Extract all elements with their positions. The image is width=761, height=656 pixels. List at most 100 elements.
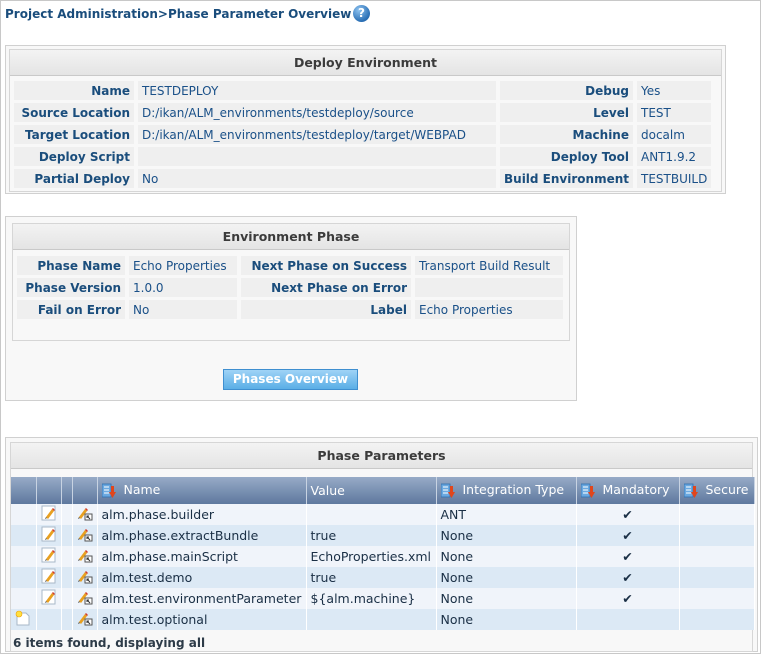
create-cell xyxy=(11,546,37,567)
blank-cell xyxy=(61,504,73,525)
deploy-environment-table: Name TESTDEPLOY Debug Yes Source Location D:/… xyxy=(10,78,715,191)
deploy-environment-row: Partial Deploy No Build Environment TESTBUI… xyxy=(14,169,712,188)
edit-global-parameter-icon[interactable] xyxy=(77,592,93,608)
fail-on-error-value: No xyxy=(129,300,237,319)
table-row: alm.test.optional None xyxy=(11,609,755,630)
level-value: TEST xyxy=(637,103,712,122)
parameter-secure xyxy=(679,546,755,567)
deploy-tool-label: Deploy Tool xyxy=(500,147,633,166)
sort-icon[interactable] xyxy=(683,483,698,499)
name-value: TESTDEPLOY xyxy=(138,81,496,100)
parameter-mandatory: ✔ xyxy=(576,546,680,567)
edit-global-cell[interactable] xyxy=(72,567,98,588)
edit-global-cell[interactable] xyxy=(72,609,98,630)
parameter-integration-type: None xyxy=(436,567,577,588)
name-label: Name xyxy=(14,81,134,100)
label-value: Echo Properties xyxy=(415,300,563,319)
edit-global-cell[interactable] xyxy=(72,504,98,525)
parameter-mandatory: ✔ xyxy=(576,588,680,609)
deploy-tool-value: ANT1.9.2 xyxy=(637,147,712,166)
column-header-value[interactable]: Value xyxy=(306,477,437,504)
machine-value: docalm xyxy=(637,125,712,144)
table-row: alm.phase.mainScript EchoProperties.xml No… xyxy=(11,546,755,567)
debug-label: Debug xyxy=(500,81,633,100)
parameter-name: alm.phase.builder xyxy=(97,504,307,525)
blank-cell xyxy=(61,525,73,546)
column-header-secure[interactable]: Secure xyxy=(679,477,755,504)
parameter-mandatory: ✔ xyxy=(576,525,680,546)
parameter-mandatory: ✔ xyxy=(576,504,680,525)
phases-overview-button[interactable]: Phases Overview xyxy=(223,369,358,390)
edit-cell[interactable] xyxy=(36,567,62,588)
next-phase-on-error-value xyxy=(415,278,563,297)
parameter-name: alm.phase.extractBundle xyxy=(97,525,307,546)
edit-pencil-icon[interactable] xyxy=(41,568,57,587)
edit-global-parameter-icon[interactable] xyxy=(77,529,93,545)
target-location-label: Target Location xyxy=(14,125,134,144)
column-header-blank xyxy=(61,477,73,504)
edit-pencil-icon[interactable] xyxy=(41,505,57,524)
parameter-value xyxy=(306,504,437,525)
environment-phase-title: Environment Phase xyxy=(13,224,569,250)
checkmark-icon: ✔ xyxy=(622,507,633,522)
sort-icon[interactable] xyxy=(440,483,455,499)
deploy-environment-row: Source Location D:/ikan/ALM_environments/… xyxy=(14,103,712,122)
table-row: alm.phase.extractBundle true None ✔ xyxy=(11,525,755,546)
sort-icon[interactable] xyxy=(580,483,595,499)
edit-global-parameter-icon[interactable] xyxy=(77,571,93,587)
blank-cell xyxy=(61,609,73,630)
environment-phase-row: Phase Name Echo Properties Next Phase on S… xyxy=(17,256,563,275)
phase-parameters-table: Name Value Integration Type Mandatory Se… xyxy=(11,477,755,630)
create-cell xyxy=(11,504,37,525)
edit-global-cell[interactable] xyxy=(72,525,98,546)
checkmark-icon: ✔ xyxy=(622,528,633,543)
edit-cell[interactable] xyxy=(36,588,62,609)
column-header-name[interactable]: Name xyxy=(97,477,307,504)
sort-icon[interactable] xyxy=(101,483,116,499)
create-cell[interactable] xyxy=(11,609,37,630)
parameter-value: true xyxy=(306,525,437,546)
help-question-icon[interactable]: ? xyxy=(353,5,370,22)
deploy-environment-row: Target Location D:/ikan/ALM_environments/… xyxy=(14,125,712,144)
edit-global-parameter-icon[interactable] xyxy=(77,613,93,629)
edit-cell[interactable] xyxy=(36,546,62,567)
edit-pencil-icon[interactable] xyxy=(41,547,57,566)
table-row: alm.test.environmentParameter ${alm.machi… xyxy=(11,588,755,609)
column-header-create xyxy=(11,477,37,504)
environment-phase-row: Fail on Error No Label Echo Properties xyxy=(17,300,563,319)
parameter-integration-type: None xyxy=(436,546,577,567)
edit-global-cell[interactable] xyxy=(72,546,98,567)
target-location-value: D:/ikan/ALM_environments/testdeploy/targ… xyxy=(138,125,496,144)
edit-global-cell[interactable] xyxy=(72,588,98,609)
edit-global-parameter-icon[interactable] xyxy=(77,508,93,524)
table-row: alm.test.demo true None ✔ xyxy=(11,567,755,588)
edit-pencil-icon[interactable] xyxy=(41,589,57,608)
page-header: Project Administration>Phase Parameter O… xyxy=(5,7,351,21)
new-document-icon[interactable] xyxy=(15,610,31,629)
edit-global-parameter-icon[interactable] xyxy=(77,550,93,566)
edit-cell xyxy=(36,609,62,630)
machine-label: Machine xyxy=(500,125,633,144)
column-header-mandatory[interactable]: Mandatory xyxy=(576,477,680,504)
checkmark-icon: ✔ xyxy=(622,591,633,606)
label-label: Label xyxy=(241,300,411,319)
build-environment-label: Build Environment xyxy=(500,169,633,188)
deploy-environment-row: Name TESTDEPLOY Debug Yes xyxy=(14,81,712,100)
table-header-row: Name Value Integration Type Mandatory Se… xyxy=(11,477,755,504)
phase-name-value: Echo Properties xyxy=(129,256,237,275)
column-header-integration-type[interactable]: Integration Type xyxy=(436,477,577,504)
phase-version-label: Phase Version xyxy=(17,278,125,297)
edit-cell[interactable] xyxy=(36,504,62,525)
edit-pencil-icon[interactable] xyxy=(41,526,57,545)
blank-cell xyxy=(61,567,73,588)
parameter-integration-type: None xyxy=(436,609,577,630)
edit-cell[interactable] xyxy=(36,525,62,546)
build-environment-value: TESTBUILD xyxy=(637,169,712,188)
parameter-secure xyxy=(679,525,755,546)
environment-phase-row: Phase Version 1.0.0 Next Phase on Error xyxy=(17,278,563,297)
create-cell xyxy=(11,525,37,546)
parameter-mandatory xyxy=(576,609,680,630)
blank-cell xyxy=(61,588,73,609)
checkmark-icon: ✔ xyxy=(622,570,633,585)
deploy-environment-row: Deploy Script Deploy Tool ANT1.9.2 xyxy=(14,147,712,166)
